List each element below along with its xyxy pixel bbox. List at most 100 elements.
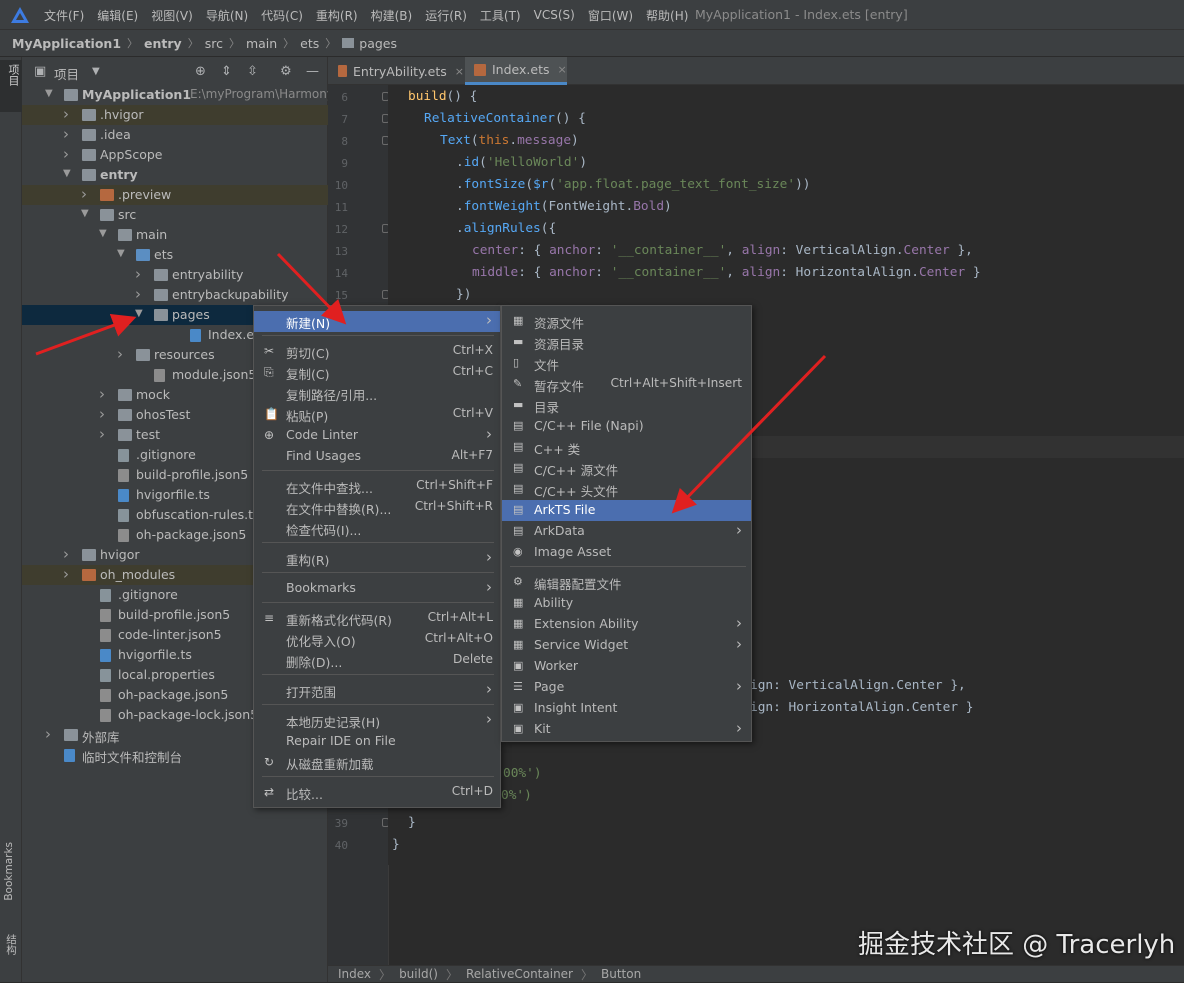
submenu-item[interactable]: ✎ 暂存文件 Ctrl+Alt+Shift+Insert	[502, 374, 751, 395]
code-line[interactable]: })	[456, 287, 471, 302]
submenu-item[interactable]: ▤ C++ 类	[502, 437, 751, 458]
code-fragment[interactable]: ign: VerticalAlign.Center },	[750, 678, 966, 693]
context-menu-item[interactable]: Repair IDE on File	[254, 731, 500, 752]
submenu-item[interactable]: ▣ Insight Intent	[502, 698, 751, 719]
project-panel-title[interactable]: 项目	[54, 64, 79, 83]
code-line[interactable]: Text(this.message)	[440, 133, 579, 148]
chevron-right-icon[interactable]: ›	[135, 265, 141, 283]
code-line[interactable]: .alignRules({	[456, 221, 556, 236]
chevron-down-icon[interactable]: ▼	[81, 208, 89, 219]
menu-item[interactable]: 运行(R)	[425, 7, 467, 24]
submenu-item[interactable]: ▦ Extension Ability ›	[502, 614, 751, 635]
context-menu-item[interactable]: Find Usages Alt+F7	[254, 446, 500, 467]
code-fragment[interactable]: ign: HorizontalAlign.Center }	[750, 700, 973, 715]
tree-item[interactable]: › entrybackupability	[22, 285, 328, 305]
code-line[interactable]: .id('HelloWorld')	[456, 155, 587, 170]
context-menu-item[interactable]: 重构(R) ›	[254, 548, 500, 569]
context-menu-item[interactable]: ⇄ 比较... Ctrl+D	[254, 782, 500, 803]
close-icon[interactable]: ×	[455, 65, 464, 78]
breadcrumb-item[interactable]: main	[246, 36, 277, 51]
tab-entryability[interactable]: EntryAbility.ets ×	[336, 57, 464, 85]
tree-item[interactable]: ▼ src	[22, 205, 328, 225]
context-menu-item[interactable]: ⊕ Code Linter ›	[254, 425, 500, 446]
code-breadcrumb-item[interactable]: build()	[399, 967, 438, 981]
tree-item[interactable]: ▼ MyApplication1 E:\myProgram\HarmonyOS	[22, 85, 351, 105]
menu-item[interactable]: 导航(N)	[206, 7, 248, 24]
chevron-right-icon[interactable]: ›	[99, 405, 105, 423]
tree-item[interactable]: › .idea	[22, 125, 328, 145]
submenu-item[interactable]: ▦ 资源文件	[502, 311, 751, 332]
code-line[interactable]: }	[408, 815, 416, 830]
code-breadcrumb-item[interactable]: Button	[601, 967, 641, 981]
breadcrumb-item[interactable]: entry	[144, 36, 182, 51]
submenu-item[interactable]: ▤ ArkData ›	[502, 521, 751, 542]
context-menu-item[interactable]: Bookmarks ›	[254, 578, 500, 599]
breadcrumb-item[interactable]: pages	[359, 36, 397, 51]
submenu-item[interactable]: ▤ C/C++ 头文件	[502, 479, 751, 500]
context-menu-item[interactable]: 📋 粘贴(P) Ctrl+V	[254, 404, 500, 425]
bookmarks-tool-tab[interactable]: Bookmarks	[3, 842, 15, 901]
chevron-down-icon[interactable]: ▼	[92, 66, 100, 77]
breadcrumb-item[interactable]: ets	[300, 36, 319, 51]
collapse-all-icon[interactable]: ⇳	[247, 64, 258, 79]
context-menu-item[interactable]: 检查代码(I)...	[254, 518, 500, 539]
code-line[interactable]: middle: { anchor: '__container__', align…	[472, 265, 981, 280]
submenu-item[interactable]: ▯ 文件	[502, 353, 751, 374]
submenu-item[interactable]: ▦ Service Widget ›	[502, 635, 751, 656]
code-line[interactable]: center: { anchor: '__container__', align…	[472, 243, 973, 258]
chevron-right-icon[interactable]: ›	[63, 145, 69, 163]
code-fragment[interactable]: 00%')	[503, 766, 542, 781]
context-menu-item[interactable]: 打开范围 ›	[254, 680, 500, 701]
context-menu-item[interactable]: 本地历史记录(H) ›	[254, 710, 500, 731]
chevron-down-icon[interactable]: ▼	[135, 308, 143, 319]
chevron-down-icon[interactable]: ▼	[63, 168, 71, 179]
tree-item[interactable]: ▼ main	[22, 225, 328, 245]
context-menu-item[interactable]: 删除(D)... Delete	[254, 650, 500, 671]
project-tool-tab[interactable]: 项目	[0, 60, 22, 112]
structure-tool-tab[interactable]: 结构	[4, 934, 19, 955]
submenu-item[interactable]: ☰ Page ›	[502, 677, 751, 698]
breadcrumb-item[interactable]: MyApplication1	[12, 36, 121, 51]
code-line[interactable]: .fontSize($r('app.float.page_text_font_s…	[456, 177, 810, 192]
submenu-item[interactable]: ▬ 资源目录	[502, 332, 751, 353]
tree-item[interactable]: ▼ entry	[22, 165, 328, 185]
context-menu-item[interactable]: ⎘ 复制(C) Ctrl+C	[254, 362, 500, 383]
context-menu-item[interactable]: ✂ 剪切(C) Ctrl+X	[254, 341, 500, 362]
chevron-right-icon[interactable]: ›	[45, 725, 51, 743]
tree-item[interactable]: › AppScope	[22, 145, 328, 165]
chevron-down-icon[interactable]: ▼	[117, 248, 125, 259]
menu-item[interactable]: 文件(F)	[44, 7, 84, 24]
code-line[interactable]: build() {	[408, 89, 477, 104]
chevron-right-icon[interactable]: ›	[63, 105, 69, 123]
context-menu-item[interactable]: 在文件中查找... Ctrl+Shift+F	[254, 476, 500, 497]
breadcrumb-item[interactable]: src	[205, 36, 223, 51]
menu-item[interactable]: 视图(V)	[151, 7, 193, 24]
close-icon[interactable]: ×	[558, 63, 567, 76]
chevron-down-icon[interactable]: ▼	[45, 88, 53, 99]
context-menu-item[interactable]: 复制路径/引用...	[254, 383, 500, 404]
chevron-right-icon[interactable]: ›	[63, 125, 69, 143]
tab-index[interactable]: Index.ets ×	[465, 57, 567, 85]
chevron-right-icon[interactable]: ›	[135, 285, 141, 303]
submenu-item[interactable]: ▬ 目录	[502, 395, 751, 416]
menu-item[interactable]: 代码(C)	[261, 7, 303, 24]
submenu-item[interactable]: ▣ Kit ›	[502, 719, 751, 740]
chevron-down-icon[interactable]: ▼	[99, 228, 107, 239]
chevron-right-icon[interactable]: ›	[63, 545, 69, 563]
context-menu-item[interactable]: 在文件中替换(R)... Ctrl+Shift+R	[254, 497, 500, 518]
chevron-right-icon[interactable]: ›	[117, 345, 123, 363]
chevron-right-icon[interactable]: ›	[99, 385, 105, 403]
menu-item[interactable]: 窗口(W)	[588, 7, 633, 24]
submenu-item[interactable]: ▤ C/C++ 源文件	[502, 458, 751, 479]
code-fragment[interactable]: 0%')	[501, 788, 532, 803]
code-breadcrumb-item[interactable]: RelativeContainer	[466, 967, 573, 981]
hide-panel-icon[interactable]: —	[306, 64, 319, 79]
chevron-right-icon[interactable]: ›	[81, 185, 87, 203]
tree-item[interactable]: › entryability	[22, 265, 328, 285]
submenu-item[interactable]: ⚙ 编辑器配置文件	[502, 572, 751, 593]
code-line[interactable]: }	[392, 837, 400, 852]
chevron-right-icon[interactable]: ›	[99, 425, 105, 443]
tree-item[interactable]: ▼ ets	[22, 245, 328, 265]
tree-item[interactable]: › .hvigor	[22, 105, 328, 125]
submenu-item[interactable]: ▤ ArkTS File	[502, 500, 751, 521]
